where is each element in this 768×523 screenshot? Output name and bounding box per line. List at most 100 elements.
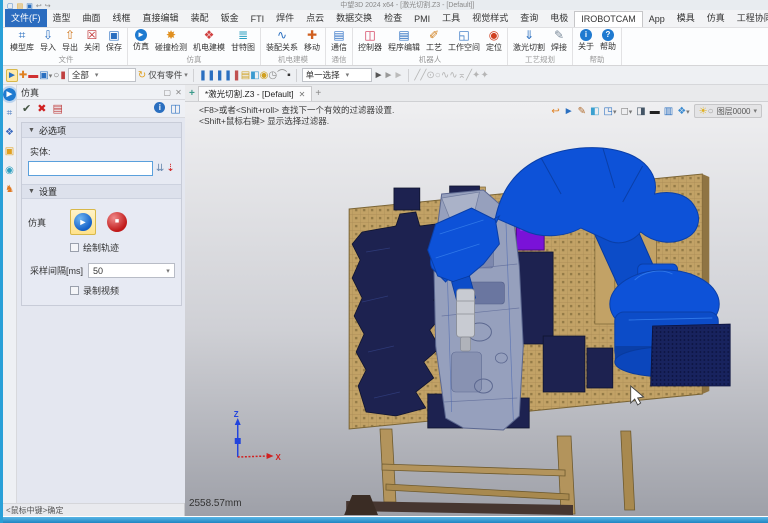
menu-tab-15[interactable]: 视觉样式 xyxy=(466,9,514,27)
black-strip-icon[interactable]: ▬ xyxy=(650,106,660,117)
menu-tab-7[interactable]: 钣金 xyxy=(215,9,245,27)
scene-area[interactable]: Z X 2558.57mm <F8>或者<Shift+roll> 查找下一个有效… xyxy=(185,102,768,516)
model-library-button[interactable]: ⌗模型库 xyxy=(7,29,37,55)
add-tab-icon[interactable]: + xyxy=(315,87,321,101)
interval-dropdown[interactable]: 50▾ xyxy=(88,263,175,278)
close-tab-icon[interactable]: ✕ xyxy=(299,90,306,99)
robot-manager-icon[interactable]: ♞ xyxy=(5,184,14,196)
filter-all-dropdown[interactable]: 全部▾ xyxy=(68,68,136,82)
spline2-tool-icon[interactable]: ∿ xyxy=(449,68,457,83)
menu-tab-12[interactable]: 检查 xyxy=(378,9,408,27)
history-manager-icon[interactable]: ❖ xyxy=(5,127,14,139)
move-button[interactable]: ✚移动 xyxy=(301,29,323,55)
menu-tab-20[interactable]: 模具 xyxy=(671,9,701,27)
history-clock-icon[interactable]: ◷ xyxy=(268,68,277,83)
menu-tab-22[interactable]: 工程协同 xyxy=(731,9,768,27)
spline-tool-icon[interactable]: ∿ xyxy=(441,68,449,83)
pickfilter-point-icon[interactable]: ❚ xyxy=(232,68,240,83)
menu-tab-5[interactable]: 直接编辑 xyxy=(137,9,185,27)
pickfilter-face-icon[interactable]: ❚ xyxy=(207,68,215,83)
pickfilter-edge-icon[interactable]: ❚ xyxy=(216,68,224,83)
import-button[interactable]: ⇩导入 xyxy=(37,29,59,55)
menu-tab-19[interactable]: App xyxy=(643,12,671,27)
menu-tab-21[interactable]: 仿真 xyxy=(701,9,731,27)
cursor-c-icon[interactable]: ► xyxy=(393,68,403,83)
refresh-icon[interactable]: ↻ xyxy=(138,68,146,83)
orbit-icon[interactable]: ❖▾ xyxy=(677,106,689,117)
exit-sketch-icon[interactable]: ↩ xyxy=(551,106,559,117)
cursor-b-icon[interactable]: ► xyxy=(384,68,394,83)
workspace-button[interactable]: ◱工作空间 xyxy=(445,29,483,55)
circle-tool-icon[interactable]: ⊙ xyxy=(426,68,434,83)
help-button[interactable]: ?帮助 xyxy=(597,29,619,55)
controller-button[interactable]: ◫控制器 xyxy=(355,29,385,55)
save-button[interactable]: ▣保存 xyxy=(103,29,125,55)
settings-section-header[interactable]: ▼ 设置 xyxy=(22,184,181,199)
play-simulation-button[interactable]: ► xyxy=(70,209,96,235)
float-icon[interactable]: ▢ xyxy=(160,87,172,97)
expand-icon[interactable]: ⇊ xyxy=(156,163,164,174)
scene-canvas[interactable]: Z X 2558.57mm xyxy=(185,102,768,516)
library-manager-icon[interactable]: ▣ xyxy=(5,146,14,158)
export-button[interactable]: ⇧导出 xyxy=(59,29,81,55)
info-icon[interactable]: i xyxy=(154,102,165,115)
point2-tool-icon[interactable]: ✦ xyxy=(480,68,488,83)
selection-mode-dropdown[interactable]: 单一选择▾ xyxy=(302,68,372,82)
menu-tab-16[interactable]: 查询 xyxy=(514,9,544,27)
menu-tab-18[interactable]: IROBOTCAM xyxy=(574,11,643,27)
menu-tab-17[interactable]: 电极 xyxy=(544,9,574,27)
simulate-button[interactable]: ►仿真 xyxy=(130,29,152,55)
collision-button[interactable]: ✸碰撞检测 xyxy=(152,29,190,55)
mechatronics-button[interactable]: ❖机电建模 xyxy=(190,29,228,55)
entity-input[interactable] xyxy=(28,161,153,176)
assembly-relation-button[interactable]: ∿装配关系 xyxy=(263,29,301,55)
laser-cut-button[interactable]: ⇓激光切割 xyxy=(510,29,548,55)
menu-tab-4[interactable]: 线框 xyxy=(107,9,137,27)
required-section-header[interactable]: ▼ 必选项 xyxy=(22,123,181,138)
remove-select-icon[interactable]: ▬ xyxy=(28,68,38,83)
add-select-icon[interactable]: ✚ xyxy=(19,68,27,83)
menu-tab-1[interactable]: 文件(F) xyxy=(5,9,47,27)
background-icon[interactable]: ◨ xyxy=(636,106,645,117)
lasso-select-icon[interactable]: ○ xyxy=(53,68,59,83)
filter-refresh[interactable]: ↻ xyxy=(138,68,146,83)
pin-panel-icon[interactable]: ◫ xyxy=(170,102,180,115)
menu-tab-3[interactable]: 曲面 xyxy=(77,9,107,27)
menu-tab-13[interactable]: PMI xyxy=(408,12,436,27)
cursor-a-icon[interactable]: ► xyxy=(374,68,384,83)
new-tab-icon[interactable]: + xyxy=(189,87,195,101)
point-tool-icon[interactable]: ✦ xyxy=(472,68,480,83)
select-cursor-icon[interactable]: ► xyxy=(6,68,18,83)
menu-tab-2[interactable]: 造型 xyxy=(47,9,77,27)
reset-icon[interactable]: ▤ xyxy=(52,102,62,115)
document-tab[interactable]: *激光切割.Z3 - [Default] ✕ xyxy=(198,86,313,101)
menu-tab-14[interactable]: 工具 xyxy=(436,9,466,27)
menu-tab-9[interactable]: 焊件 xyxy=(270,9,300,27)
menu-tab-11[interactable]: 数据交换 xyxy=(330,9,378,27)
program-edit-button[interactable]: ▤程序编辑 xyxy=(385,29,423,55)
shade-mode-icon[interactable]: ◳▾ xyxy=(603,106,616,117)
weld-button[interactable]: ✎焊接 xyxy=(548,29,570,55)
about-button[interactable]: i关于 xyxy=(575,29,597,55)
sim-manager-icon[interactable]: ► xyxy=(3,88,16,101)
menu-tab-8[interactable]: FTI xyxy=(245,12,271,27)
close-doc-button[interactable]: ☒关闭 xyxy=(81,29,103,55)
stop-simulation-button[interactable]: ■ xyxy=(104,209,130,235)
pick-icon[interactable]: ► xyxy=(564,106,574,117)
layer-dropdown[interactable]: ☀○ 图层0000 ▾ xyxy=(694,104,762,118)
appearance-icon[interactable]: ◧ xyxy=(590,106,599,117)
process-button[interactable]: ✐工艺 xyxy=(423,29,445,55)
pickfilter-sketch-icon[interactable]: ◉ xyxy=(260,68,269,83)
polyline-tool-icon[interactable]: ⌅ xyxy=(458,68,466,83)
panel-view-icon[interactable]: ▥ xyxy=(664,106,673,117)
communication-button[interactable]: ▤通信 xyxy=(328,29,350,55)
pickfilter-shape-icon[interactable]: ❚ xyxy=(199,68,207,83)
dot-pick-icon[interactable]: ▪ xyxy=(287,68,291,83)
view-manager-icon[interactable]: ◉ xyxy=(5,165,14,177)
pick-entity-icon[interactable]: ⇣ xyxy=(166,163,174,174)
scope-label[interactable]: 仅有零件 xyxy=(148,69,182,81)
draw-trace-checkbox[interactable] xyxy=(70,243,79,252)
record-video-checkbox[interactable] xyxy=(70,286,79,295)
cancel-icon[interactable]: ✖ xyxy=(37,102,46,115)
pickfilter-block-icon[interactable]: ◧ xyxy=(250,68,259,83)
